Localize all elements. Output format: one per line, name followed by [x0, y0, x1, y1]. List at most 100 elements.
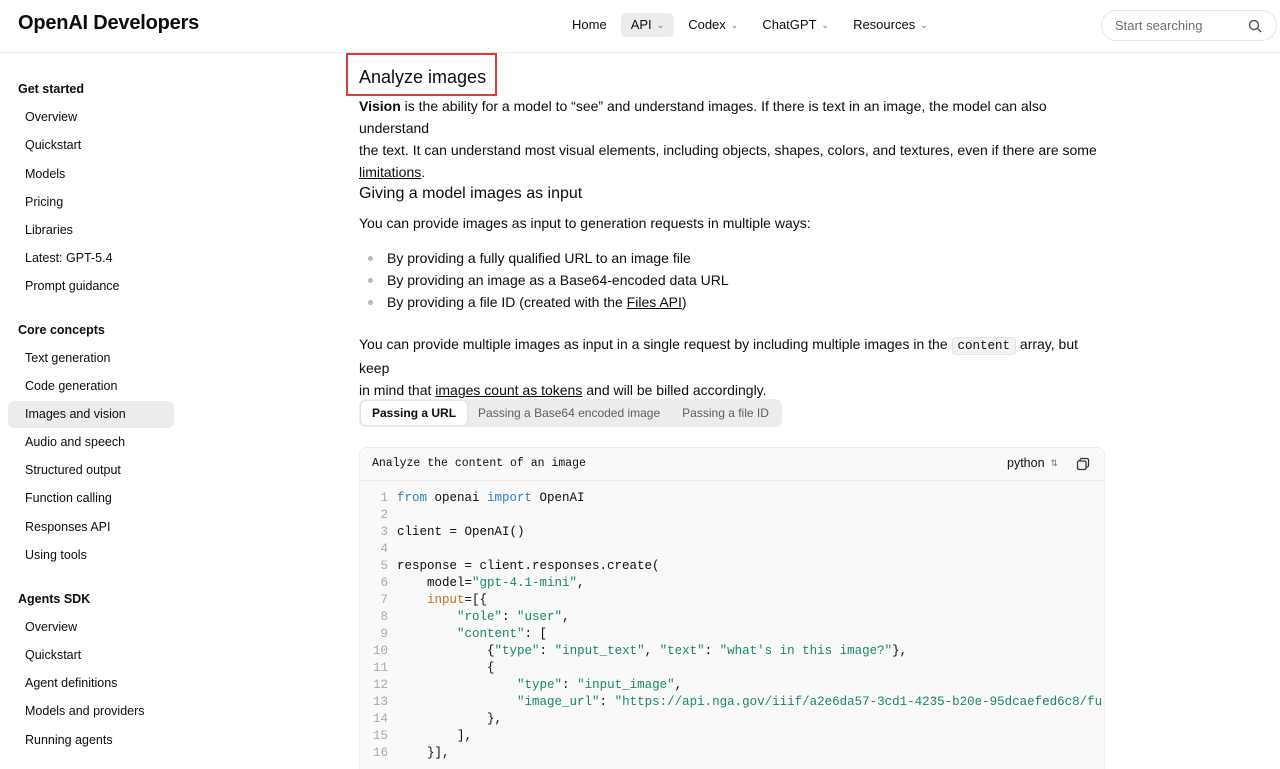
line-number: 13 — [372, 695, 388, 709]
line-number: 11 — [372, 661, 388, 675]
sidebar-item-text-generation[interactable]: Text generation — [8, 345, 174, 372]
chevron-down-icon: ⌄ — [821, 20, 830, 30]
sidebar-item-using-tools[interactable]: Using tools — [8, 542, 174, 569]
multi-text-line2-post: and will be billed accordingly. — [586, 382, 767, 398]
code-line: 13 "image_url": "https://api.nga.gov/iii… — [360, 694, 1104, 711]
list-item: By providing an image as a Base64-encode… — [368, 269, 729, 291]
chevron-down-icon: ⌄ — [730, 20, 739, 30]
code-line: 8 "role": "user", — [360, 609, 1104, 626]
sidebar-section-title: Agents SDK — [18, 592, 91, 606]
sidebar-item-images-and-vision[interactable]: Images and vision — [8, 401, 174, 428]
sidebar-item-quickstart[interactable]: Quickstart — [8, 132, 174, 159]
nav-chatgpt[interactable]: ChatGPT ⌄ — [752, 13, 839, 37]
top-header: OpenAI Developers Home API ⌄ Codex ⌄ ChatG… — [0, 0, 1280, 53]
line-number: 10 — [372, 644, 388, 658]
code-lines: 1 from openai import OpenAI 2 3 client = O… — [360, 490, 1104, 762]
code-line: 4 — [360, 541, 1104, 558]
code-line: 12 "type": "input_image", — [360, 677, 1104, 694]
language-select[interactable]: python ⇅ — [1007, 456, 1058, 470]
line-number: 8 — [380, 610, 388, 624]
images-count-as-tokens-link[interactable]: images count as tokens — [435, 382, 582, 398]
chevron-updown-icon: ⇅ — [1050, 457, 1059, 468]
sidebar-item-models[interactable]: Models — [8, 161, 174, 188]
line-number: 15 — [372, 729, 388, 743]
line-number: 7 — [380, 593, 388, 607]
line-number: 4 — [380, 542, 388, 556]
files-api-link[interactable]: Files API — [627, 294, 682, 310]
copy-icon[interactable] — [1076, 457, 1090, 471]
line-number: 16 — [372, 746, 388, 760]
limitations-link[interactable]: limitations — [359, 164, 421, 180]
sidebar-item-running-agents[interactable]: Running agents — [8, 727, 174, 754]
sidebar-section-title: Get started — [18, 82, 84, 96]
nav-home-label: Home — [572, 17, 607, 32]
line-number: 5 — [380, 559, 388, 573]
nav-home[interactable]: Home — [562, 13, 617, 37]
nav-api-label: API — [630, 17, 652, 32]
search-input[interactable] — [1115, 18, 1243, 33]
nav-codex-label: Codex — [688, 17, 726, 32]
code-block: Analyze the content of an image python ⇅ … — [359, 447, 1105, 769]
code-block-header: Analyze the content of an image python ⇅ — [360, 448, 1104, 481]
code-line: 6 model="gpt-4.1-mini", — [360, 575, 1104, 592]
code-line: 10 {"type": "input_text", "text": "what'… — [360, 643, 1104, 660]
code-line: 11 { — [360, 660, 1104, 677]
nav-resources[interactable]: Resources ⌄ — [843, 13, 938, 37]
code-line: 9 "content": [ — [360, 626, 1104, 643]
inline-code-content: content — [951, 337, 1017, 355]
sidebar-item-models-and-providers[interactable]: Models and providers — [8, 698, 174, 725]
sidebar-item-function-calling[interactable]: Function calling — [8, 485, 174, 512]
list-item-text: By providing a file ID (created with the — [387, 294, 627, 310]
sidebar-item-responses-api[interactable]: Responses API — [8, 514, 174, 541]
sidebar-item-agent-definitions[interactable]: Agent definitions — [8, 670, 174, 697]
logo[interactable]: OpenAI Developers — [18, 12, 199, 35]
nav-chatgpt-label: ChatGPT — [762, 17, 817, 32]
ways-intro: You can provide images as input to gener… — [359, 215, 811, 231]
tab-passing-url[interactable]: Passing a URL — [361, 401, 468, 425]
line-number: 14 — [372, 712, 388, 726]
sidebar-item-agents-quickstart[interactable]: Quickstart — [8, 642, 174, 669]
intro-paragraph: Vision is the ability for a model to “se… — [359, 95, 1109, 183]
sidebar-item-prompt-guidance[interactable]: Prompt guidance — [8, 273, 174, 300]
sidebar-item-libraries[interactable]: Libraries — [8, 217, 174, 244]
sidebar-item-agents-overview[interactable]: Overview — [8, 614, 174, 641]
tab-passing-base64[interactable]: Passing a Base64 encoded image — [467, 401, 671, 425]
tab-passing-file-id[interactable]: Passing a file ID — [671, 401, 780, 425]
vision-term: Vision — [359, 98, 401, 114]
code-line: 5 response = client.responses.create( — [360, 558, 1104, 575]
sidebar-item-audio-and-speech[interactable]: Audio and speech — [8, 429, 174, 456]
code-line: 2 — [360, 507, 1104, 524]
language-label: python — [1007, 456, 1045, 470]
line-number: 9 — [380, 627, 388, 641]
code-line: 15 ], — [360, 728, 1104, 745]
code-line: 14 }, — [360, 711, 1104, 728]
sidebar-item-code-generation[interactable]: Code generation — [8, 373, 174, 400]
nav-api[interactable]: API ⌄ — [620, 13, 675, 37]
search-box[interactable] — [1101, 10, 1277, 41]
nav-codex[interactable]: Codex ⌄ — [678, 13, 748, 37]
intro-text-2: the text. It can understand most visual … — [359, 142, 1097, 158]
line-number: 3 — [380, 525, 388, 539]
input-method-tabs: Passing a URL Passing a Base64 encoded i… — [359, 399, 782, 427]
list-item: By providing a file ID (created with the… — [368, 291, 729, 313]
sidebar-item-overview[interactable]: Overview — [8, 104, 174, 131]
sidebar-item-structured-output[interactable]: Structured output — [8, 457, 174, 484]
page-title: Analyze images — [359, 67, 487, 87]
line-number: 6 — [380, 576, 388, 590]
ways-list: By providing a fully qualified URL to an… — [368, 247, 729, 313]
code-line: 16 }], — [360, 745, 1104, 762]
search-icon[interactable] — [1248, 19, 1262, 33]
top-nav: Home API ⌄ Codex ⌄ ChatGPT ⌄ Resources ⌄ — [562, 13, 938, 37]
code-line: 7 input=[{ — [360, 592, 1104, 609]
multi-images-paragraph: You can provide multiple images as input… — [359, 333, 1109, 401]
sidebar-item-pricing[interactable]: Pricing — [8, 189, 174, 216]
multi-text-line2: in mind that — [359, 382, 432, 398]
chevron-down-icon: ⌄ — [920, 20, 928, 30]
section-heading: Giving a model images as input — [359, 185, 583, 202]
line-number: 1 — [380, 491, 388, 505]
code-line: 3 client = OpenAI() — [360, 524, 1104, 541]
line-number: 2 — [380, 508, 388, 522]
line-number: 12 — [372, 678, 388, 692]
list-item-text: ) — [681, 294, 687, 310]
sidebar-item-latest[interactable]: Latest: GPT-5.4 — [8, 245, 174, 272]
